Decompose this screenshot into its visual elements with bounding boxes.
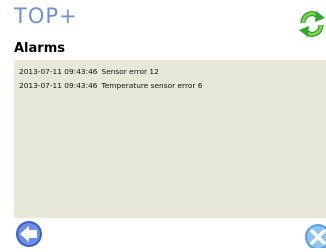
alarm-timestamp: 2013-07-11 09:43:46 [19, 67, 98, 76]
page-title: Alarms [14, 41, 65, 56]
close-button[interactable] [302, 222, 326, 250]
refresh-button[interactable] [298, 10, 326, 38]
alarm-message: Temperature sensor error 6 [101, 81, 203, 90]
back-arrow-icon [16, 221, 42, 247]
alarm-message: Sensor error 12 [101, 67, 159, 76]
refresh-icon [299, 11, 325, 37]
alarm-list: 2013-07-11 09:43:46 Sensor error 12 2013-… [14, 60, 326, 218]
alarm-row[interactable]: 2013-07-11 09:43:46 Sensor error 12 [19, 67, 159, 76]
app-logo: TOP+ [14, 4, 78, 28]
close-icon [305, 224, 326, 250]
alarm-timestamp: 2013-07-11 09:43:46 [19, 81, 98, 90]
alarm-row[interactable]: 2013-07-11 09:43:46 Temperature sensor er… [19, 81, 202, 90]
back-button[interactable] [14, 220, 44, 248]
